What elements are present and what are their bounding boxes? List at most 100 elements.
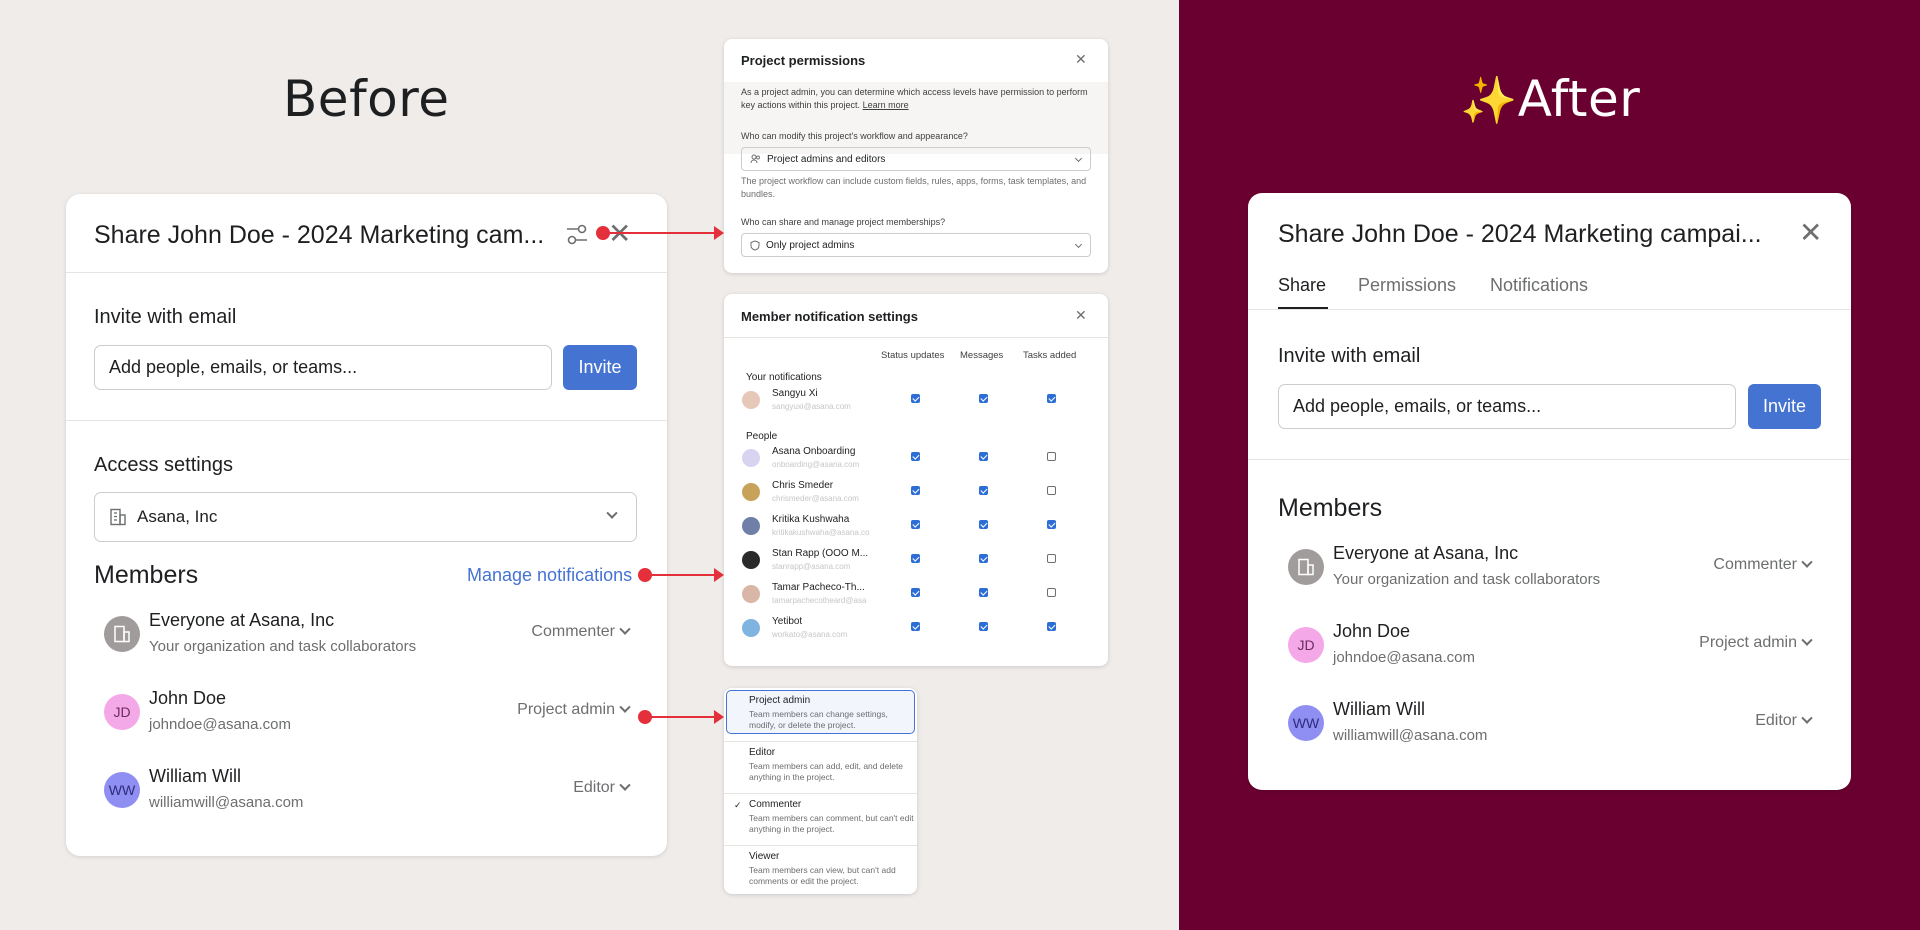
role-option-title: Commenter [749, 799, 802, 810]
checkbox-checked[interactable] [979, 554, 988, 563]
member-subtitle: Your organization and task collaborators [149, 638, 417, 655]
avatar: WW [104, 772, 140, 808]
chevron-down-icon [1074, 240, 1083, 249]
avatar [742, 449, 760, 467]
member-name: Kritika Kushwaha [772, 514, 850, 525]
checkbox-checked[interactable] [979, 588, 988, 597]
checkbox-checked[interactable] [911, 486, 920, 495]
sparkles-icon: ✨ [1460, 73, 1518, 127]
role-dropdown[interactable]: Commenter [531, 623, 631, 641]
access-settings-value: Asana, Inc [137, 507, 218, 526]
notification-row: Stan Rapp (OOO M... stanrapp@asana.com [724, 548, 1108, 582]
panel-title: Member notification settings [741, 309, 918, 324]
role-label: Editor [1755, 712, 1797, 729]
role-dropdown[interactable]: Project admin [1699, 634, 1813, 652]
role-label: Project admin [517, 701, 615, 718]
column-messages: Messages [960, 350, 1004, 361]
invite-button[interactable]: Invite [1748, 384, 1821, 429]
avatar: WW [1288, 705, 1324, 741]
member-email: tamarpachecotheard@asa [772, 596, 867, 605]
checkbox-checked[interactable] [979, 486, 988, 495]
role-option[interactable]: Editor Team members can add, edit, and de… [724, 741, 917, 793]
role-option[interactable]: Project admin Team members can change set… [724, 693, 917, 741]
member-subtitle: williamwill@asana.com [1333, 727, 1488, 744]
member-name: Tamar Pacheco-Th... [772, 582, 865, 593]
checkbox-unchecked[interactable] [1047, 452, 1056, 461]
member-name: Chris Smeder [772, 480, 834, 491]
people-heading: People [746, 431, 778, 442]
invite-label: Invite with email [94, 306, 237, 328]
member-name: William Will [149, 766, 241, 786]
callout-arrow-icon [714, 568, 724, 582]
role-option-description: Team members can comment, but can't edit… [749, 813, 914, 834]
checkbox-checked[interactable] [979, 452, 988, 461]
role-dropdown[interactable]: Editor [573, 779, 631, 797]
avatar [742, 619, 760, 637]
member-email: kritikakushwaha@asana.co [772, 528, 870, 537]
close-icon[interactable]: ✕ [608, 220, 631, 248]
tab-share[interactable]: Share [1278, 275, 1326, 296]
settings-sliders-icon[interactable] [565, 224, 589, 246]
checkbox-checked[interactable] [1047, 520, 1056, 529]
member-name: William Will [1333, 699, 1425, 719]
panel-intro: As a project admin, you can determine wh… [741, 86, 1091, 112]
callout-line [645, 574, 714, 576]
manage-notifications-link[interactable]: Manage notifications [467, 565, 632, 586]
workflow-permission-value: Project admins and editors [767, 153, 886, 165]
chevron-down-icon [1801, 712, 1813, 724]
avatar [742, 585, 760, 603]
member-name: Asana Onboarding [772, 446, 856, 457]
invite-button[interactable]: Invite [563, 345, 637, 390]
member-name: Stan Rapp (OOO M... [772, 548, 869, 559]
close-icon[interactable]: ✕ [1799, 219, 1822, 247]
workflow-permission-select[interactable]: Project admins and editors [741, 147, 1091, 171]
close-icon[interactable]: ✕ [1075, 307, 1087, 324]
callout-arrow-icon [714, 226, 724, 240]
callout-arrow-icon [714, 710, 724, 724]
checkbox-checked[interactable] [979, 520, 988, 529]
role-option[interactable]: ✓ Commenter Team members can comment, but … [724, 793, 917, 845]
checkbox-unchecked[interactable] [1047, 486, 1056, 495]
callout-line [603, 232, 714, 234]
checkbox-checked[interactable] [911, 520, 920, 529]
invite-email-input[interactable]: Add people, emails, or teams... [94, 345, 552, 390]
chevron-down-icon [619, 701, 631, 713]
avatar: JD [1288, 627, 1324, 663]
checkbox-checked[interactable] [979, 394, 988, 403]
access-settings-select[interactable]: Asana, Inc [94, 492, 637, 542]
role-dropdown[interactable]: Commenter [1713, 556, 1813, 574]
checkbox-checked[interactable] [911, 394, 920, 403]
role-option[interactable]: Viewer Team members can view, but can't a… [724, 845, 917, 894]
checkbox-unchecked[interactable] [1047, 554, 1056, 563]
role-dropdown[interactable]: Editor [1755, 712, 1813, 730]
checkbox-checked[interactable] [911, 588, 920, 597]
checkbox-unchecked[interactable] [1047, 588, 1056, 597]
member-row: JD John Doe johndoe@asana.com Project ad… [1248, 617, 1851, 677]
learn-more-link[interactable]: Learn more [863, 100, 909, 110]
avatar [1288, 549, 1324, 585]
callout-line [645, 716, 714, 718]
role-dropdown[interactable]: Project admin [517, 701, 631, 719]
close-icon[interactable]: ✕ [1075, 51, 1087, 68]
checkbox-checked[interactable] [1047, 622, 1056, 631]
checkmark-icon: ✓ [734, 800, 742, 810]
notification-row: Tamar Pacheco-Th... tamarpachecotheard@as… [724, 582, 1108, 616]
member-row: WW William Will williamwill@asana.com Ed… [1248, 695, 1851, 755]
panel-divider [724, 337, 1108, 338]
tab-permissions[interactable]: Permissions [1358, 275, 1456, 296]
checkbox-checked[interactable] [979, 622, 988, 631]
members-title: Members [94, 561, 199, 589]
checkbox-checked[interactable] [911, 554, 920, 563]
avatar [742, 551, 760, 569]
invite-divider [66, 420, 667, 421]
checkbox-checked[interactable] [1047, 394, 1056, 403]
memberships-permission-select[interactable]: Only project admins [741, 233, 1091, 257]
member-subtitle: Your organization and task collaborators [1333, 571, 1601, 588]
member-subtitle: johndoe@asana.com [1333, 649, 1475, 666]
checkbox-checked[interactable] [911, 452, 920, 461]
invite-email-input[interactable]: Add people, emails, or teams... [1278, 384, 1736, 429]
chevron-down-icon [1074, 154, 1083, 163]
dialog-title: Share John Doe - 2024 Marketing cam... [94, 221, 545, 249]
tab-notifications[interactable]: Notifications [1490, 275, 1588, 296]
checkbox-checked[interactable] [911, 622, 920, 631]
